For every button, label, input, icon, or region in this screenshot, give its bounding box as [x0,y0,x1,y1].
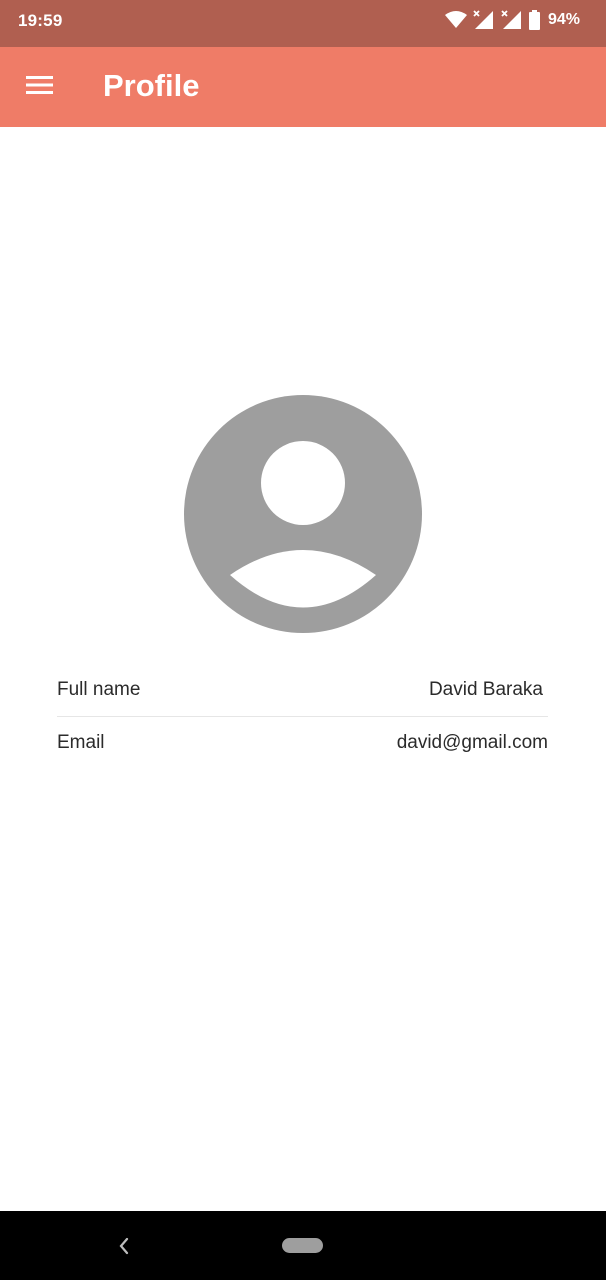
status-icons: 94% [444,9,580,31]
full-name-value: David Baraka [428,679,543,700]
email-row: Email david@gmail.com [57,717,548,769]
email-label: Email [57,732,105,753]
battery-icon [528,10,540,30]
app-bar: Profile [0,47,606,127]
signal-icon [501,10,523,30]
signal-icon [473,10,495,30]
profile-screen: 19:59 94% Profile Full name David Baraka… [0,0,606,1280]
menu-button[interactable] [20,69,60,105]
email-value: david@gmail.com [396,732,548,753]
full-name-label: Full name [57,679,141,700]
home-pill-icon[interactable] [282,1238,323,1253]
page-title: Profile [103,68,200,103]
hamburger-menu-icon [26,75,54,100]
profile-info-list: Full name David Baraka Email david@gmail… [57,664,548,769]
account-circle-icon [184,395,422,637]
system-nav-bar [0,1211,606,1280]
status-time: 19:59 [18,11,63,30]
avatar [184,395,422,633]
full-name-row: Full name David Baraka [57,664,548,717]
back-button[interactable] [114,1235,134,1257]
back-chevron-icon [114,1237,134,1261]
status-bar: 19:59 94% [0,0,606,47]
wifi-icon [444,11,467,29]
battery-percentage: 94% [547,11,580,28]
